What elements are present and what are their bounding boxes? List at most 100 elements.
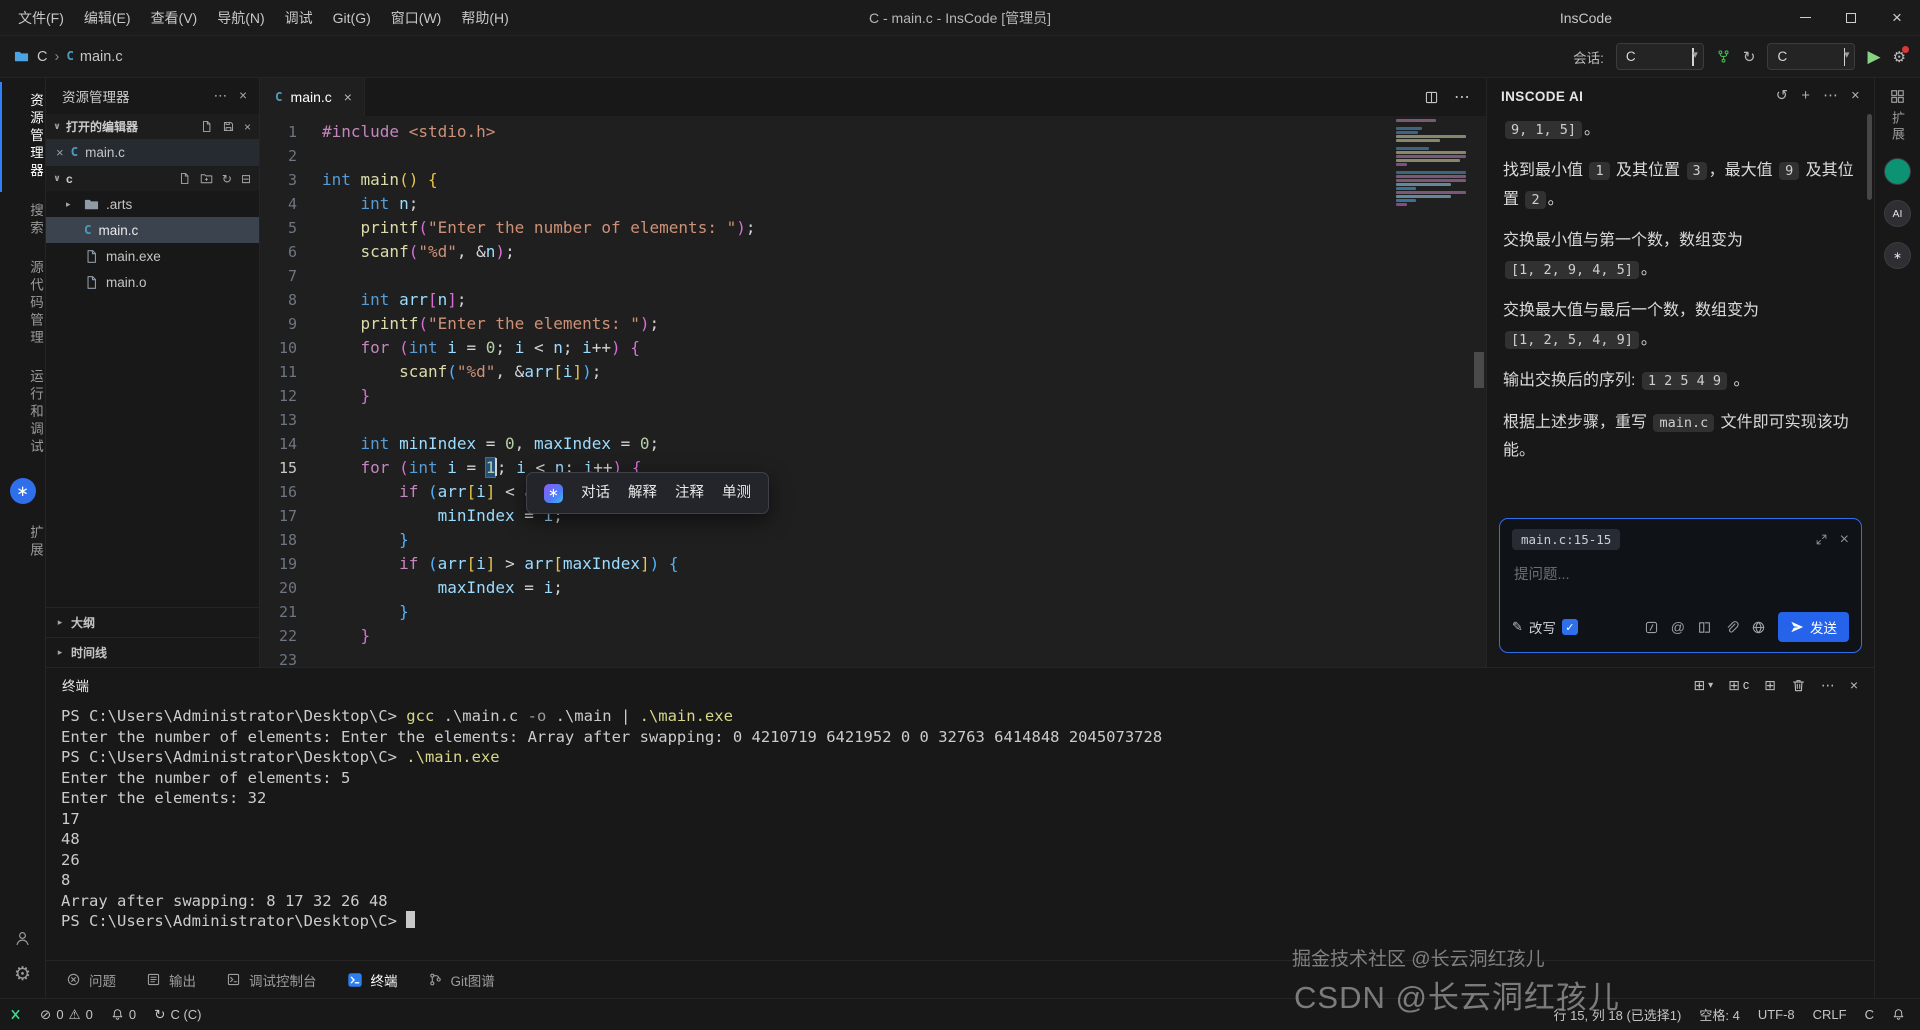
activity-item-源代码管理[interactable]: 源代码管理 (0, 249, 45, 359)
kill-terminal-icon[interactable] (1791, 678, 1806, 693)
context-chip[interactable]: main.c:15-15 (1512, 529, 1621, 550)
panel-tab-终端[interactable]: 终端 (347, 970, 398, 990)
ai-action-对话[interactable]: 对话 (581, 481, 610, 505)
open-editor-main-c[interactable]: × C main.c (46, 139, 259, 166)
breadcrumb-main.c[interactable]: Cmain.c (66, 49, 122, 65)
run-target-select[interactable]: C ▾ (1767, 43, 1856, 70)
code-line-18[interactable]: 18 } (260, 528, 1486, 552)
settings-gear-button[interactable]: ⚙ (1893, 45, 1909, 66)
code-line-7[interactable]: 7 (260, 264, 1486, 288)
code-line-2[interactable]: 2 (260, 144, 1486, 168)
code-line-10[interactable]: 10 for (int i = 0; i < n; i++) { (260, 336, 1486, 360)
ai-input-card[interactable]: main.c:15-15 × 提问题... ✎ 改写 ✓ @ 发送 (1499, 518, 1862, 653)
editor-scrollbar[interactable] (1474, 352, 1484, 388)
rewrite-toggle[interactable]: ✎ 改写 ✓ (1512, 617, 1578, 637)
tab-main-c[interactable]: C main.c × (260, 78, 365, 116)
prompt-input[interactable]: 提问题... (1514, 563, 1847, 584)
notifications-count[interactable]: 0 (102, 999, 145, 1030)
section-时间线[interactable]: ▸ 时间线 (46, 637, 259, 667)
breadcrumb[interactable]: C › Cmain.c (37, 49, 123, 65)
code-line-21[interactable]: 21 } (260, 600, 1486, 624)
code-line-5[interactable]: 5 printf("Enter the number of elements: … (260, 216, 1486, 240)
terminal-more-icon[interactable]: ⋯ (1821, 677, 1835, 694)
eol-sequence[interactable]: CRLF (1804, 999, 1856, 1030)
new-terminal-button[interactable]: ⊞ ▾ (1693, 677, 1713, 694)
more-icon[interactable]: ⋯ (214, 88, 228, 104)
tree-item-main.exe[interactable]: main.exe (46, 243, 259, 269)
run-config-status[interactable]: ↻ C (C) (145, 999, 210, 1030)
cursor-position[interactable]: 行 15, 列 18 (已选择1) (1544, 999, 1690, 1030)
session-select[interactable]: C ▾ (1615, 43, 1704, 70)
code-line-4[interactable]: 4 int n; (260, 192, 1486, 216)
ai-chat-area[interactable]: 9, 1, 5]。找到最小值 1 及其位置 3 ，最大值 9 及其位置 2。交换最… (1487, 114, 1874, 512)
tree-item-main.o[interactable]: main.o (46, 269, 259, 295)
notifications-bell[interactable] (1883, 999, 1914, 1030)
activity-extensions[interactable]: 扩展 (1888, 88, 1907, 143)
menu-Git(G)[interactable]: Git(G) (323, 5, 381, 31)
split-editor-icon[interactable] (1424, 90, 1439, 105)
close-window-button[interactable]: × (1874, 0, 1920, 35)
activity-item-搜索[interactable]: 搜索 (0, 192, 45, 249)
slash-icon[interactable] (1644, 620, 1659, 635)
code-line-11[interactable]: 11 scanf("%d", &arr[i]); (260, 360, 1486, 384)
close-sidebar-icon[interactable]: × (239, 88, 247, 104)
maximize-button[interactable] (1828, 0, 1874, 35)
breadcrumb-C[interactable]: C (37, 49, 47, 65)
close-editor-icon[interactable]: × (56, 145, 64, 160)
menu-查看(V)[interactable]: 查看(V) (141, 5, 208, 31)
attach-icon[interactable] (1724, 620, 1739, 635)
encoding[interactable]: UTF-8 (1749, 999, 1804, 1030)
refresh-explorer-icon[interactable]: ↻ (222, 172, 232, 186)
menu-帮助(H)[interactable]: 帮助(H) (451, 5, 518, 31)
editor-more-icon[interactable]: ⋯ (1454, 87, 1470, 107)
expand-icon[interactable] (1815, 533, 1828, 546)
send-button[interactable]: 发送 (1778, 612, 1849, 642)
rewrite-checkbox[interactable]: ✓ (1561, 619, 1578, 635)
code-line-9[interactable]: 9 printf("Enter the elements: "); (260, 312, 1486, 336)
terminal-profile-button[interactable]: ⊞ c (1728, 677, 1749, 694)
panel-tab-Git图谱[interactable]: Git图谱 (428, 970, 495, 990)
minimap[interactable] (1396, 119, 1470, 211)
new-folder-icon[interactable] (200, 172, 213, 186)
code-line-20[interactable]: 20 maxIndex = i; (260, 576, 1486, 600)
tree-item-.arts[interactable]: ▸ .arts (46, 191, 259, 217)
run-button[interactable]: ▶ (1867, 47, 1880, 67)
activity-item-运行和调试[interactable]: 运行和调试 (0, 358, 45, 468)
code-line-15[interactable]: 15 for (int i = 1; i < n; i++) { (260, 456, 1486, 480)
save-all-icon[interactable] (222, 120, 235, 134)
code-line-12[interactable]: 12 } (260, 384, 1486, 408)
code-line-22[interactable]: 22 } (260, 624, 1486, 648)
split-terminal-icon[interactable]: ⊞ (1764, 677, 1776, 694)
open-editors-section[interactable]: ∨ 打开的编辑器 × (46, 114, 259, 139)
new-file-icon[interactable] (178, 172, 191, 186)
close-tab-icon[interactable]: × (344, 89, 352, 105)
code-line-17[interactable]: 17 minIndex = i; (260, 504, 1486, 528)
code-line-6[interactable]: 6 scanf("%d", &n); (260, 240, 1486, 264)
code-line-3[interactable]: 3 int main() { (260, 168, 1486, 192)
activity-item-资源管理器[interactable]: 资源管理器 (0, 82, 45, 192)
terminal-output[interactable]: PS C:\Users\Administrator\Desktop\C> gcc… (46, 702, 1874, 960)
collapse-folders-icon[interactable]: ⊟ (241, 172, 251, 186)
more-icon[interactable]: ⋯ (1823, 88, 1838, 104)
folder-root-section[interactable]: ∨ c ↻ ⊟ (46, 166, 259, 191)
panel-tab-调试控制台[interactable]: 调试控制台 (226, 970, 317, 990)
new-untitled-file-icon[interactable] (200, 120, 213, 134)
chat-scrollbar[interactable] (1867, 114, 1872, 200)
account-icon[interactable] (14, 930, 31, 947)
mention-icon[interactable]: @ (1671, 619, 1685, 635)
menu-文件(F)[interactable]: 文件(F) (8, 5, 74, 31)
menu-窗口(W)[interactable]: 窗口(W) (381, 5, 452, 31)
menu-导航(N)[interactable]: 导航(N) (207, 5, 274, 31)
code-line-19[interactable]: 19 if (arr[i] > arr[maxIndex]) { (260, 552, 1486, 576)
panel-tab-输出[interactable]: 输出 (146, 970, 196, 990)
menu-编辑(E)[interactable]: 编辑(E) (74, 5, 141, 31)
ai-action-注释[interactable]: 注释 (675, 481, 704, 505)
tree-item-main.c[interactable]: Cmain.c (46, 217, 259, 243)
code-line-13[interactable]: 13 (260, 408, 1486, 432)
indentation[interactable]: 空格: 4 (1690, 999, 1748, 1030)
minimize-button[interactable] (1782, 0, 1828, 35)
code-line-14[interactable]: 14 int minIndex = 0, maxIndex = 0; (260, 432, 1486, 456)
new-chat-icon[interactable]: + (1801, 88, 1810, 104)
code-line-23[interactable]: 23 (260, 648, 1486, 667)
plugin-circle-dark[interactable]: ∗ (1884, 242, 1911, 269)
